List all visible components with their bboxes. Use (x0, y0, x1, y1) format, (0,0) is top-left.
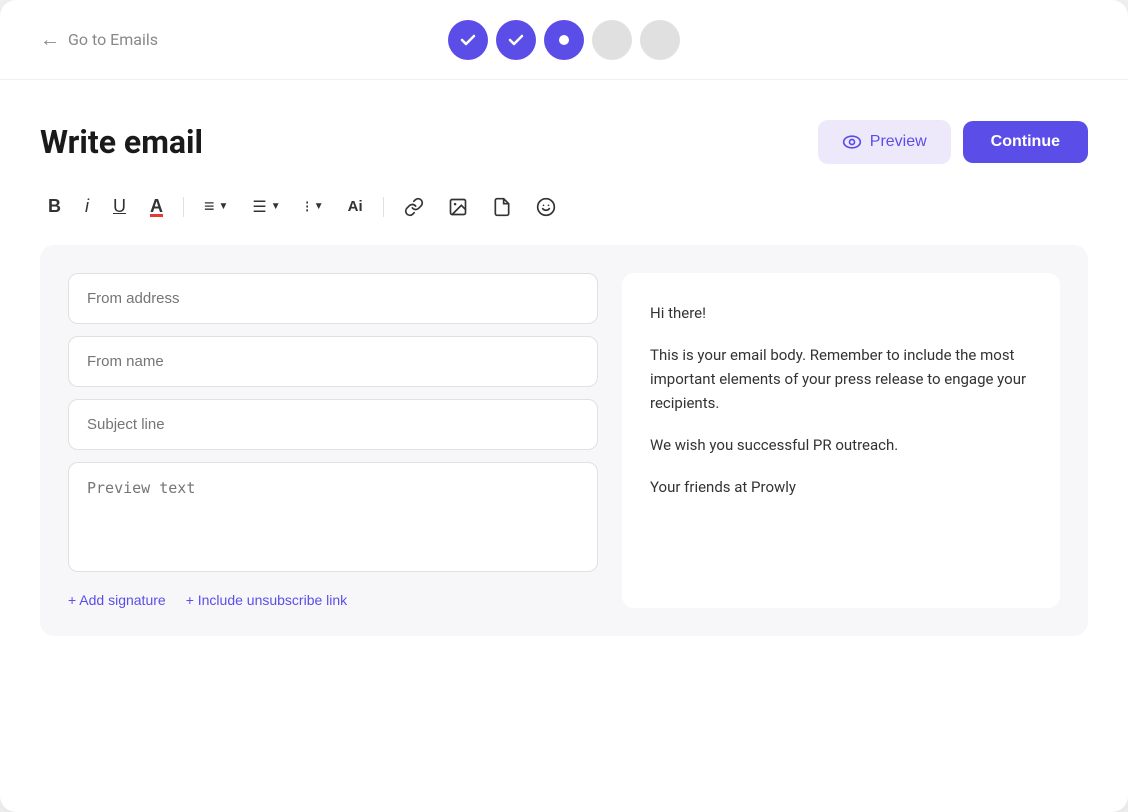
app-window: ← Go to Emails Write email (0, 0, 1128, 812)
email-body: This is your email body. Remember to inc… (650, 343, 1032, 415)
align-chevron: ▼ (219, 201, 229, 212)
text-color-button[interactable]: A (146, 192, 167, 221)
left-panel: + Add signature + Include unsubscribe li… (68, 273, 598, 608)
step-4[interactable] (592, 20, 632, 60)
email-signature: Your friends at Prowly (650, 475, 1032, 499)
back-nav[interactable]: ← Go to Emails (40, 27, 158, 52)
from-address-input[interactable] (68, 273, 598, 324)
step-indicators (448, 20, 680, 60)
email-closing: We wish you successful PR outreach. (650, 433, 1032, 457)
page-header: Write email Preview Continue (40, 120, 1088, 164)
eye-icon (842, 132, 862, 152)
add-signature-label: + Add signature (68, 592, 166, 608)
image-button[interactable] (444, 193, 472, 221)
link-button[interactable] (400, 193, 428, 221)
page-title: Write email (40, 123, 203, 161)
preview-text-input[interactable] (68, 462, 598, 572)
ordered-list-chevron: ▼ (271, 201, 281, 212)
align-icon: ≡ (204, 196, 215, 217)
back-label: Go to Emails (68, 30, 158, 49)
align-button[interactable]: ≡ ▼ (200, 192, 232, 221)
step-1[interactable] (448, 20, 488, 60)
underline-icon: U (113, 196, 126, 217)
toolbar-divider-1 (183, 197, 184, 217)
back-arrow-icon: ← (40, 27, 60, 52)
unordered-list-button[interactable]: ⁝ ▼ (301, 193, 328, 221)
email-preview: Hi there! This is your email body. Remem… (650, 301, 1032, 499)
step-3[interactable] (544, 20, 584, 60)
editor-area: + Add signature + Include unsubscribe li… (40, 245, 1088, 636)
subject-line-input[interactable] (68, 399, 598, 450)
include-unsubscribe-button[interactable]: + Include unsubscribe link (186, 592, 348, 608)
unordered-list-icon: ⁝ (305, 197, 310, 217)
ordered-list-button[interactable]: ☰ ▼ (248, 193, 284, 221)
header: ← Go to Emails (0, 0, 1128, 80)
email-greeting: Hi there! (650, 301, 1032, 325)
emoji-icon (536, 197, 556, 217)
step-2[interactable] (496, 20, 536, 60)
link-icon (404, 197, 424, 217)
preview-button[interactable]: Preview (818, 120, 951, 164)
preview-label: Preview (870, 133, 927, 151)
header-actions: Preview Continue (818, 120, 1088, 164)
file-button[interactable] (488, 193, 516, 221)
link-actions: + Add signature + Include unsubscribe li… (68, 592, 598, 608)
step-5[interactable] (640, 20, 680, 60)
right-panel: Hi there! This is your email body. Remem… (622, 273, 1060, 608)
italic-button[interactable]: i (81, 192, 93, 221)
main-content: Write email Preview Continue B (0, 80, 1128, 812)
toolbar: B i U A ≡ ▼ ☰ ▼ ⁝ ▼ (40, 192, 1088, 221)
text-color-icon: A (150, 196, 163, 217)
toolbar-divider-2 (383, 197, 384, 217)
continue-label: Continue (991, 133, 1060, 150)
image-icon (448, 197, 468, 217)
ordered-list-icon: ☰ (252, 197, 266, 217)
file-icon (492, 197, 512, 217)
italic-icon: i (85, 196, 89, 217)
continue-button[interactable]: Continue (963, 121, 1088, 163)
bold-button[interactable]: B (44, 192, 65, 221)
ai-icon: Ai (348, 198, 363, 215)
unordered-list-chevron: ▼ (314, 201, 324, 212)
emoji-button[interactable] (532, 193, 560, 221)
add-signature-button[interactable]: + Add signature (68, 592, 166, 608)
ai-button[interactable]: Ai (344, 194, 367, 219)
underline-button[interactable]: U (109, 192, 130, 221)
include-unsubscribe-label: + Include unsubscribe link (186, 592, 348, 608)
bold-icon: B (48, 196, 61, 217)
from-name-input[interactable] (68, 336, 598, 387)
